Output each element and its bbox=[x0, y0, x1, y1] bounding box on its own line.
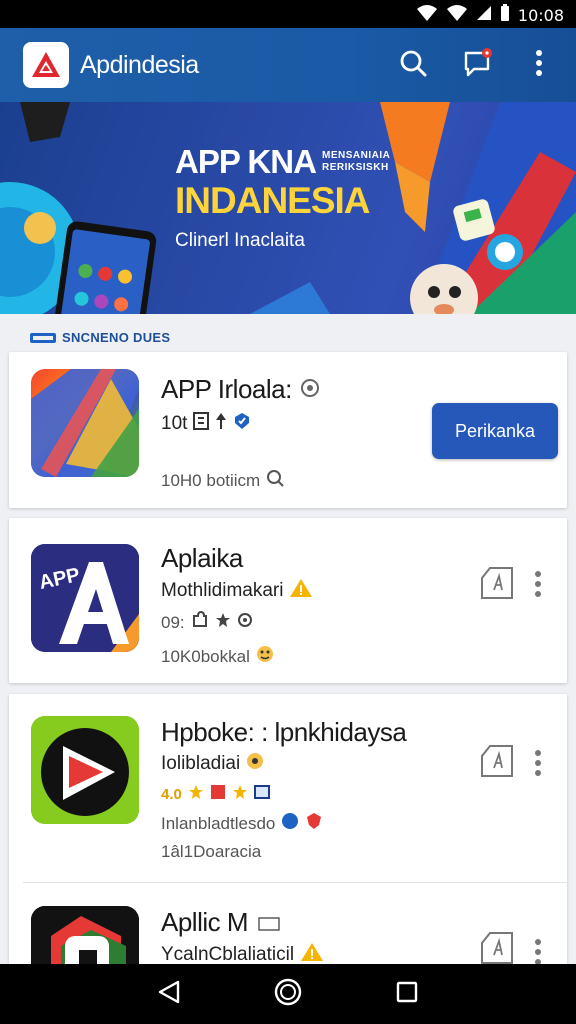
app-rating-count: 10t bbox=[161, 413, 188, 434]
cellular-icon bbox=[476, 5, 492, 26]
puzzle-icon bbox=[191, 610, 209, 634]
banner-highlight: INDANESIA bbox=[175, 180, 371, 221]
app-bar: Apdindesia bbox=[0, 28, 576, 102]
app-name: Apllic M bbox=[161, 907, 249, 937]
app-subtitle: YcalnCblaliaticil bbox=[161, 944, 295, 965]
app-developer: Inlanbladtlesdo bbox=[161, 813, 276, 833]
app-meta: 09: bbox=[161, 612, 185, 632]
bookmark-icon bbox=[480, 744, 514, 783]
emoji-icon bbox=[256, 645, 274, 668]
more-vert-icon bbox=[535, 749, 541, 781]
bookmark-button[interactable] bbox=[479, 744, 515, 783]
badge-icon bbox=[210, 784, 226, 804]
banner-title: APP KNA bbox=[175, 143, 317, 180]
message-notification-icon bbox=[462, 47, 494, 84]
app-name: APP Irloala: bbox=[161, 374, 292, 404]
app-downloads: 10K0bokkal bbox=[161, 646, 250, 666]
info-icon bbox=[300, 374, 320, 405]
divider bbox=[23, 882, 567, 883]
section-header: SNCNENO DUES bbox=[30, 330, 170, 345]
app-title: Apdindesia bbox=[80, 51, 199, 79]
coin-icon bbox=[246, 752, 264, 776]
app-card[interactable]: Hpboke: : lpnkhidaysa Iolibladiai 4.0 In… bbox=[9, 694, 567, 1014]
star-icon bbox=[215, 612, 231, 633]
section-label: SNCNENO DUES bbox=[62, 330, 171, 345]
tag-icon bbox=[258, 907, 280, 938]
verified-icon bbox=[233, 412, 251, 436]
install-button[interactable]: Perikanka bbox=[432, 403, 558, 459]
settings-icon bbox=[237, 612, 253, 633]
app-name: Hpboke: : lpnkhidaysa bbox=[161, 717, 407, 747]
app-card[interactable]: APP Irloala: 10t 10H0 botiicm Perikanka bbox=[9, 352, 567, 508]
banner-tagline: MENSANIAIA RERIKSISKH bbox=[322, 150, 391, 173]
arrow-up-icon bbox=[215, 412, 227, 436]
app-subtitle: Iolibladiai bbox=[161, 753, 241, 774]
warning-icon bbox=[289, 578, 313, 604]
app-subtitle: Mothlidimakari bbox=[161, 580, 284, 601]
item-overflow-button[interactable] bbox=[528, 570, 548, 602]
back-triangle-icon bbox=[158, 980, 180, 1009]
recents-square-icon bbox=[396, 981, 418, 1008]
star-icon bbox=[188, 784, 204, 804]
app-card[interactable]: APP Aplaika Mothlidimakari 09: 10K0bokka… bbox=[9, 518, 567, 683]
bookmark-button[interactable] bbox=[479, 566, 515, 605]
status-time: 10:08 bbox=[517, 6, 564, 25]
app-name: Aplaika bbox=[161, 543, 243, 573]
app-logo[interactable] bbox=[23, 42, 69, 88]
battery-icon bbox=[500, 4, 510, 27]
app-downloads: 10H0 botiicm bbox=[161, 470, 261, 490]
app-icon[interactable]: APP bbox=[31, 544, 139, 652]
system-nav-bar bbox=[0, 964, 576, 1024]
app-icon[interactable] bbox=[31, 716, 139, 824]
notifications-button[interactable] bbox=[459, 46, 497, 84]
app-downloads: 1âl1Doaracia bbox=[161, 842, 262, 861]
bookmark-button[interactable] bbox=[479, 931, 515, 968]
more-vert-icon bbox=[535, 49, 543, 81]
search-button[interactable] bbox=[394, 46, 432, 84]
back-button[interactable] bbox=[149, 974, 189, 1014]
shield-icon bbox=[305, 812, 323, 835]
wifi-icon bbox=[416, 4, 438, 27]
tv-icon bbox=[253, 784, 270, 804]
search-icon bbox=[399, 49, 427, 82]
chat-icon bbox=[281, 812, 299, 835]
item-overflow-button[interactable] bbox=[528, 749, 548, 781]
recents-button[interactable] bbox=[387, 974, 427, 1014]
app-rating: 4.0 bbox=[161, 785, 182, 803]
signal-icon bbox=[446, 4, 468, 27]
overflow-menu-button[interactable] bbox=[520, 46, 558, 84]
download-icon bbox=[193, 412, 210, 436]
bookmark-icon bbox=[480, 566, 514, 605]
section-marker-icon bbox=[30, 332, 56, 343]
banner-subtitle: Clinerl Inaclaita bbox=[175, 230, 305, 251]
home-button[interactable] bbox=[268, 974, 308, 1014]
star-icon bbox=[232, 784, 248, 804]
app-icon[interactable] bbox=[31, 369, 139, 477]
home-circle-icon bbox=[274, 978, 302, 1011]
promo-banner[interactable]: APP KNA MENSANIAIA RERIKSISKH INDANESIA … bbox=[0, 102, 576, 314]
more-vert-icon bbox=[535, 570, 541, 602]
status-bar: 10:08 bbox=[0, 0, 576, 28]
search-small-icon bbox=[266, 469, 284, 492]
